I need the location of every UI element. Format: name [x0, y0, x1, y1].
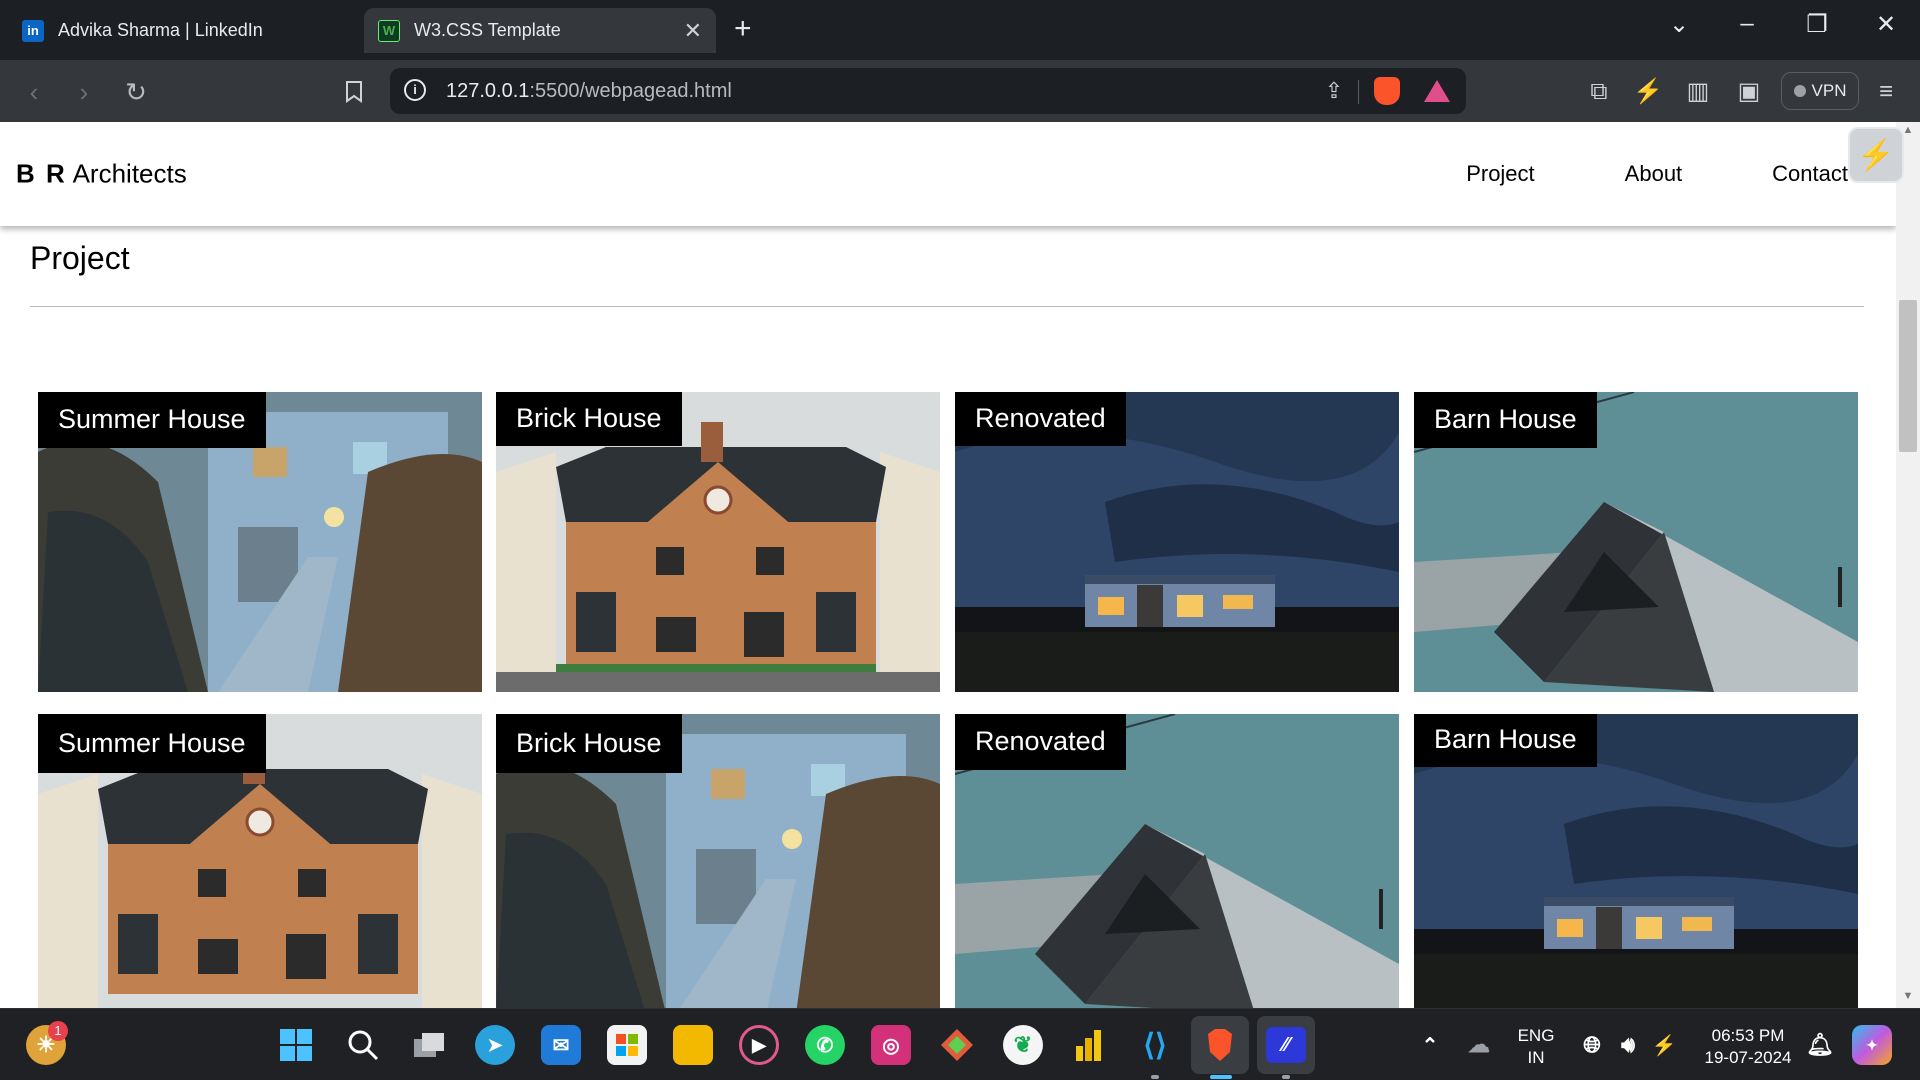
brand-initials: B R: [16, 158, 67, 189]
extensions-icon[interactable]: ⧉: [1583, 76, 1615, 108]
scrollbar-thumb[interactable]: [1899, 300, 1917, 452]
vscode-icon[interactable]: ⟨⟩: [1135, 1025, 1175, 1065]
project-card[interactable]: Brick House: [496, 392, 940, 692]
vpn-label: VPN: [1811, 81, 1847, 100]
bookmark-icon[interactable]: [336, 74, 372, 110]
wallet-icon[interactable]: ▣: [1733, 76, 1765, 108]
site-navbar: B R Architects Project About Contact: [0, 122, 1896, 226]
share-icon[interactable]: ⇪: [1320, 78, 1348, 106]
site-info-icon[interactable]: i: [404, 79, 426, 101]
divider: [1358, 80, 1359, 104]
back-button[interactable]: ‹: [16, 74, 52, 110]
power-bi-icon[interactable]: [1069, 1025, 1109, 1065]
project-card[interactable]: Renovated: [955, 714, 1399, 1008]
volume-icon[interactable]: 🔊︎: [1608, 1025, 1648, 1065]
menu-icon[interactable]: ≡: [1870, 76, 1902, 108]
browser-tab-bar: in Advika Sharma | LinkedIn W W3.CSS Tem…: [0, 0, 1920, 60]
clock-date: 19-07-2024: [1704, 1048, 1792, 1067]
scrollbar-track[interactable]: [1896, 122, 1920, 1008]
card-label: Summer House: [38, 392, 266, 448]
restore-button[interactable]: ❐: [1797, 10, 1837, 39]
sidebar-icon[interactable]: ▥: [1682, 76, 1714, 108]
battery-charging-icon[interactable]: ⚡: [1644, 1025, 1684, 1065]
nav-link-contact[interactable]: Contact: [1727, 161, 1868, 187]
card-label: Brick House: [496, 392, 682, 446]
address-bar[interactable]: i 127.0.0.1:5500/webpagead.html ⇪: [390, 68, 1466, 114]
project-card[interactable]: Summer House: [38, 714, 482, 1008]
onedrive-icon[interactable]: ☁: [1459, 1025, 1499, 1065]
w3-icon: W: [378, 19, 400, 42]
minimize-button[interactable]: –: [1727, 10, 1767, 38]
notification-bell-icon[interactable]: 🔔︎: [1800, 1025, 1840, 1065]
bolt-icon: ⚡: [1857, 138, 1895, 172]
site-nav-links: Project About Contact: [1421, 122, 1868, 226]
running-indicator: [1282, 1075, 1290, 1079]
linkedin-icon: in: [22, 19, 44, 42]
language-code: ENG: [1517, 1026, 1555, 1045]
card-label: Brick House: [496, 714, 682, 773]
whatsapp-icon[interactable]: ✆: [805, 1025, 845, 1065]
section-divider: [30, 306, 1864, 307]
brand-name: Architects: [72, 158, 187, 189]
section-title: Project: [30, 240, 130, 276]
file-explorer-icon[interactable]: [673, 1025, 713, 1065]
notification-badge: 1: [48, 1021, 68, 1041]
mail-icon[interactable]: ✉: [541, 1025, 581, 1065]
media-player-icon[interactable]: ▶: [739, 1025, 779, 1065]
network-globe-icon[interactable]: 🌐︎: [1572, 1025, 1612, 1065]
vpn-button[interactable]: VPN: [1781, 72, 1859, 110]
page-viewport: B R Architects Project About Contact Pro…: [0, 122, 1896, 1008]
brave-browser-icon[interactable]: [1191, 1016, 1249, 1074]
tab-w3css-template[interactable]: W W3.CSS Template ✕: [364, 8, 716, 53]
clock[interactable]: 06:53 PM 19-07-2024: [1692, 1025, 1804, 1069]
project-card[interactable]: Renovated: [955, 392, 1399, 692]
tab-linkedin[interactable]: in Advika Sharma | LinkedIn: [10, 8, 360, 53]
project-card[interactable]: Summer House: [38, 392, 482, 692]
browser-toolbar: ‹ › ↻ i 127.0.0.1:5500/webpagead.html ⇪ …: [0, 60, 1920, 122]
language-indicator[interactable]: ENG IN: [1510, 1025, 1562, 1069]
card-label: Renovated: [955, 714, 1126, 770]
nav-link-about[interactable]: About: [1580, 161, 1728, 187]
vpn-status-icon: [1793, 85, 1806, 97]
leo-ai-icon[interactable]: ⚡: [1632, 76, 1664, 108]
nav-link-project[interactable]: Project: [1421, 161, 1579, 187]
brave-rewards-icon[interactable]: [1424, 80, 1450, 102]
copilot-icon[interactable]: ✦: [1852, 1025, 1892, 1065]
clock-time: 06:53 PM: [1711, 1026, 1785, 1045]
git-tool-icon[interactable]: [937, 1025, 977, 1065]
forward-button[interactable]: ›: [66, 74, 102, 110]
card-label: Renovated: [955, 392, 1126, 446]
microsoft-store-icon[interactable]: [607, 1025, 647, 1065]
instagram-icon[interactable]: ◎: [871, 1025, 911, 1065]
tab-title: Advika Sharma | LinkedIn: [58, 20, 263, 40]
url-text[interactable]: 127.0.0.1:5500/webpagead.html: [446, 80, 732, 103]
show-hidden-icons-chevron[interactable]: ⌃: [1410, 1025, 1450, 1065]
card-label: Barn House: [1414, 714, 1597, 767]
region-code: IN: [1527, 1048, 1545, 1067]
scroll-down-arrow[interactable]: ▼: [1899, 990, 1917, 1002]
search-icon[interactable]: [343, 1025, 383, 1065]
task-view-icon[interactable]: [409, 1025, 449, 1065]
code-editor-app-icon[interactable]: ⁄⁄: [1257, 1016, 1315, 1074]
windows-start-icon[interactable]: [276, 1025, 316, 1065]
project-card[interactable]: Barn House: [1414, 392, 1858, 692]
brave-shields-icon[interactable]: [1374, 77, 1400, 105]
close-tab-icon[interactable]: ✕: [684, 18, 702, 44]
tab-search-chevron-icon[interactable]: ⌄: [1659, 10, 1699, 39]
active-indicator: [1210, 1075, 1232, 1079]
tab-title: W3.CSS Template: [414, 20, 561, 40]
reload-button[interactable]: ↻: [118, 74, 154, 110]
running-indicator: [1151, 1075, 1159, 1079]
windows-taskbar: ☀ 1 ➤ ✉ ▶ ✆ ◎ ❦ ⟨⟩ ⁄⁄ ⌃ ☁ ENG IN 🌐︎ 🔊︎ ⚡…: [0, 1008, 1920, 1080]
project-card[interactable]: Barn House: [1414, 714, 1858, 1008]
new-tab-button[interactable]: +: [734, 12, 752, 46]
floating-extension-button[interactable]: ⚡: [1848, 127, 1904, 183]
project-card[interactable]: Brick House: [496, 714, 940, 1008]
mongodb-compass-icon[interactable]: ❦: [1003, 1025, 1043, 1065]
close-window-button[interactable]: ✕: [1866, 10, 1906, 39]
card-label: Barn House: [1414, 392, 1597, 448]
site-brand[interactable]: B R Architects: [16, 159, 187, 190]
card-label: Summer House: [38, 714, 266, 773]
telegram-icon[interactable]: ➤: [475, 1025, 515, 1065]
